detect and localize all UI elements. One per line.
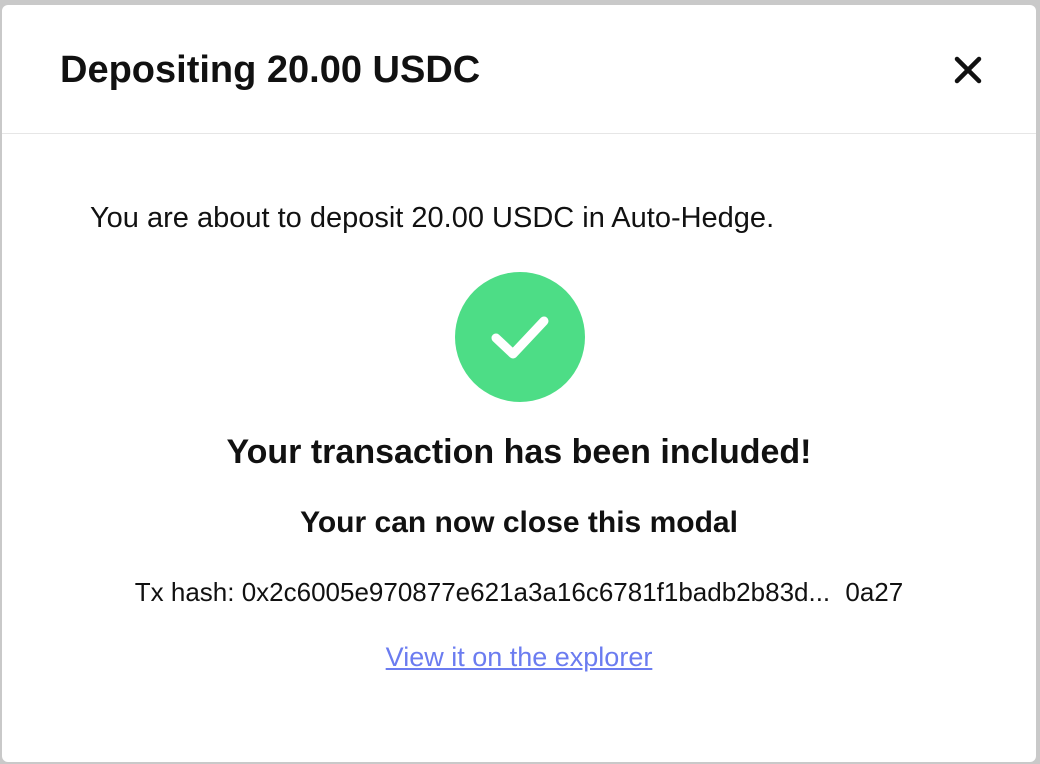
deposit-description: You are about to deposit 20.00 USDC in A… xyxy=(90,202,775,234)
modal-title: Depositing 20.00 USDC xyxy=(60,49,481,91)
success-badge xyxy=(455,272,585,402)
tx-hash-label: Tx hash: xyxy=(134,577,235,607)
tx-hash-row: Tx hash: 0x2c6005e970877e621a3a16c6781f1… xyxy=(2,575,1036,609)
deposit-modal: Depositing 20.00 USDC You are about to d… xyxy=(2,5,1036,762)
close-button[interactable] xyxy=(948,50,988,90)
transaction-status-heading: Your transaction has been included! xyxy=(226,433,812,471)
view-explorer-link[interactable]: View it on the explorer xyxy=(2,640,1036,674)
tx-hash-value-start: 0x2c6005e970877e621a3a16c6781f1badb2b83d… xyxy=(241,577,831,607)
tx-hash-value-end: 0a27 xyxy=(845,577,904,607)
close-instruction: Your can now close this modal xyxy=(300,506,738,539)
modal-header: Depositing 20.00 USDC xyxy=(2,5,1036,134)
checkmark-icon xyxy=(491,316,549,359)
modal-body: You are about to deposit 20.00 USDC in A… xyxy=(2,134,1036,762)
close-icon xyxy=(954,56,982,84)
